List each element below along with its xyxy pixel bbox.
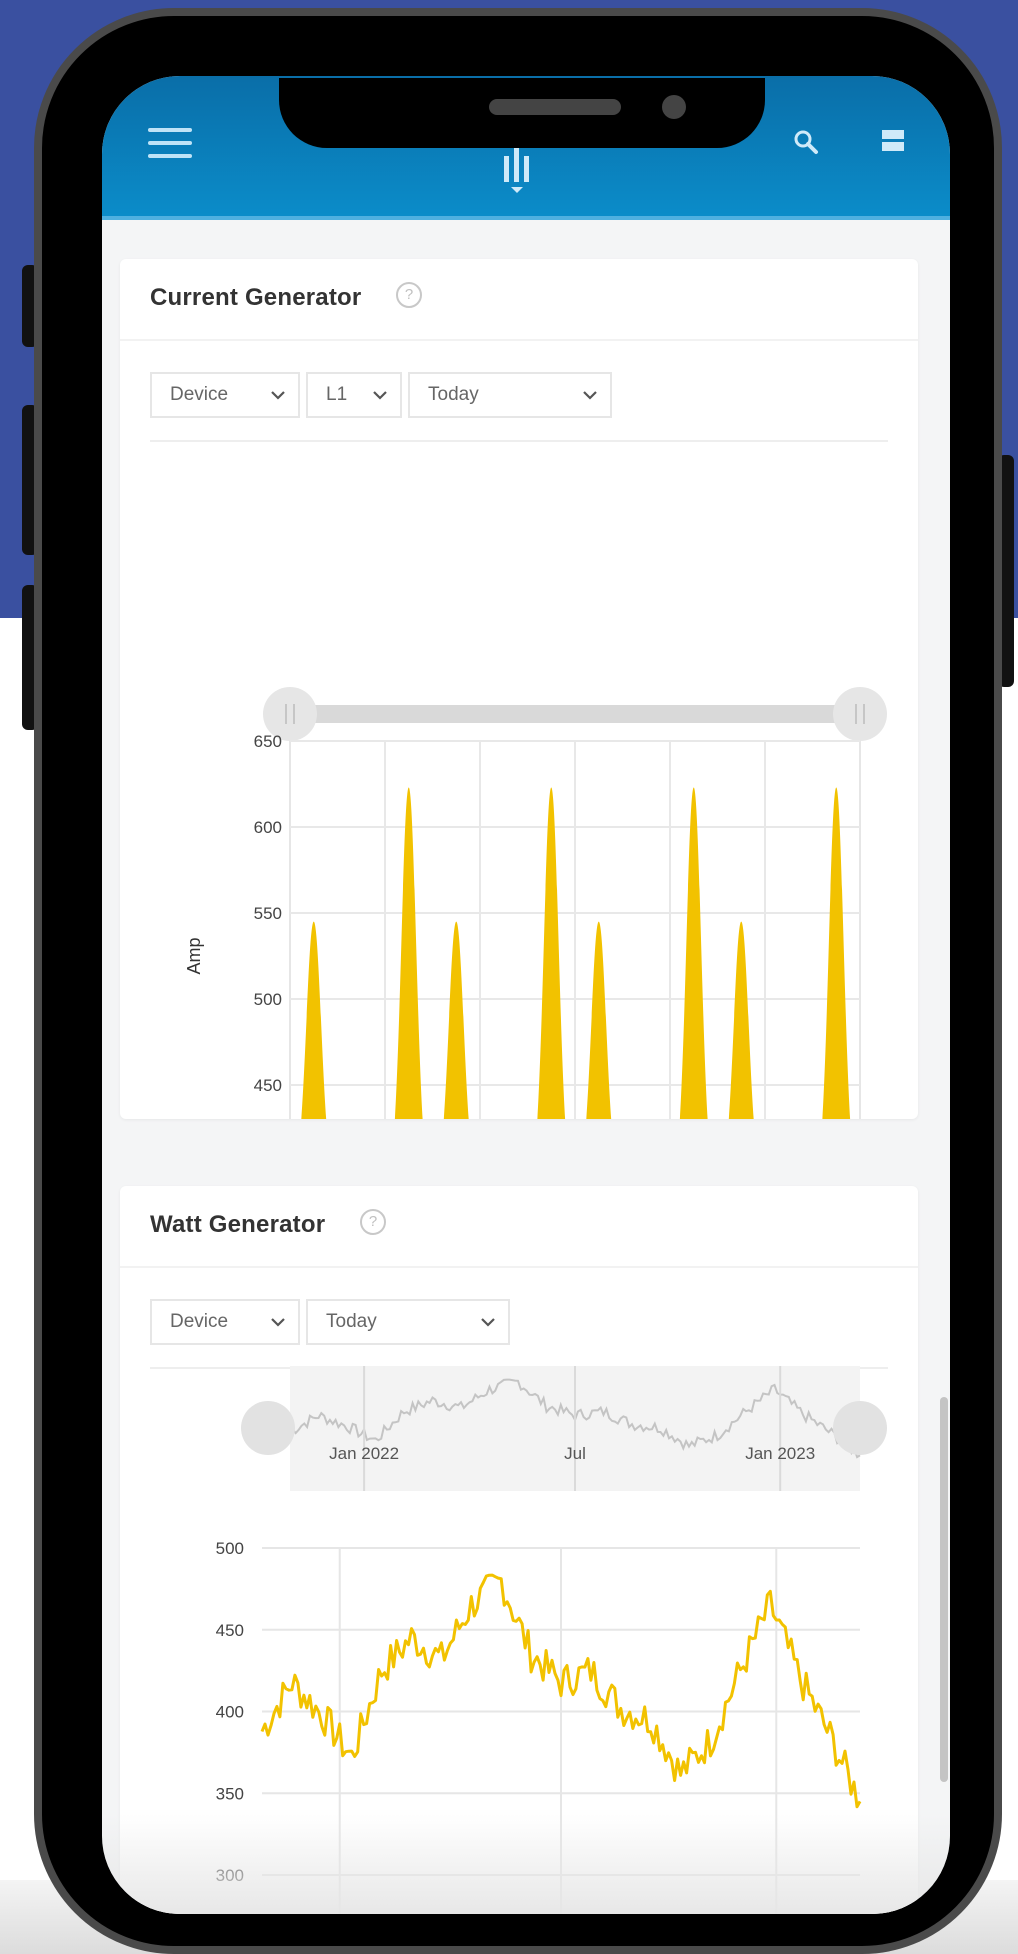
period-dropdown[interactable]: Today [408, 372, 612, 418]
dropdown-value: Today [428, 384, 479, 405]
phone-speaker [489, 99, 621, 115]
dropdown-value: L1 [326, 384, 348, 405]
chevron-down-icon [271, 1318, 285, 1327]
data-peak [443, 921, 469, 1119]
search-icon[interactable] [792, 128, 820, 156]
dropdown-value: Device [170, 1311, 229, 1332]
y-tick-label: 500 [216, 1539, 244, 1558]
data-peak [394, 787, 423, 1119]
period-dropdown[interactable]: Today [306, 1299, 510, 1345]
card-title: Watt Generator [150, 1211, 326, 1238]
chevron-down-icon [271, 391, 285, 400]
chevron-down-icon [481, 1318, 495, 1327]
device-dropdown[interactable]: Device [150, 372, 300, 418]
watt-generator-card: Watt Generator ? Device Today Jan 2022 Ju… [120, 1186, 918, 1914]
y-tick-label: 500 [254, 990, 282, 1009]
data-peak [586, 921, 612, 1119]
logo-icon[interactable] [500, 142, 534, 194]
y-tick-label: 450 [216, 1621, 244, 1640]
data-peak [301, 921, 327, 1119]
screen-bottom-fade [102, 1814, 950, 1914]
y-axis-label: Amp [184, 937, 204, 974]
phone-frame: Current Generator ? Device L1 Today 650 6… [34, 8, 1002, 1954]
y-tick-label: 650 [254, 732, 282, 751]
y-tick-label: 600 [254, 818, 282, 837]
navigator-label: Jan 2022 [329, 1444, 399, 1463]
data-peak [822, 787, 851, 1119]
phone-screen: Current Generator ? Device L1 Today 650 6… [102, 76, 950, 1914]
card-title: Current Generator [150, 284, 362, 311]
current-generator-card: Current Generator ? Device L1 Today 650 6… [120, 259, 918, 1119]
dropdown-value: Today [326, 1311, 377, 1332]
scrollbar[interactable] [940, 1397, 948, 1782]
apps-icon[interactable] [880, 126, 906, 156]
data-peak [679, 787, 708, 1119]
phone-camera [662, 95, 686, 119]
y-tick-label: 450 [254, 1076, 282, 1095]
divider [120, 339, 918, 341]
range-slider-handle-right[interactable] [833, 687, 887, 741]
data-peak [728, 921, 754, 1119]
chevron-down-icon [583, 391, 597, 400]
current-chart: 65060055050045040000:0002:0004:0006:0008… [184, 687, 887, 1119]
data-peak [537, 787, 566, 1119]
y-tick-label: 350 [216, 1784, 244, 1803]
y-tick-label: 400 [216, 1703, 244, 1722]
dropdown-value: Device [170, 384, 229, 405]
help-icon[interactable]: ? [396, 282, 422, 308]
navigator-handle-left[interactable] [241, 1401, 295, 1455]
navigator-label: Jul [564, 1444, 586, 1463]
device-dropdown[interactable]: Device [150, 1299, 300, 1345]
range-slider-track[interactable] [290, 705, 860, 723]
help-icon[interactable]: ? [360, 1209, 386, 1235]
chevron-down-icon [373, 391, 387, 400]
navigator-handle-right[interactable] [833, 1401, 887, 1455]
navigator-label: Jan 2023 [745, 1444, 815, 1463]
y-tick-label: 550 [254, 904, 282, 923]
menu-icon[interactable] [148, 128, 192, 158]
line-dropdown[interactable]: L1 [306, 372, 402, 418]
divider [120, 1266, 918, 1268]
